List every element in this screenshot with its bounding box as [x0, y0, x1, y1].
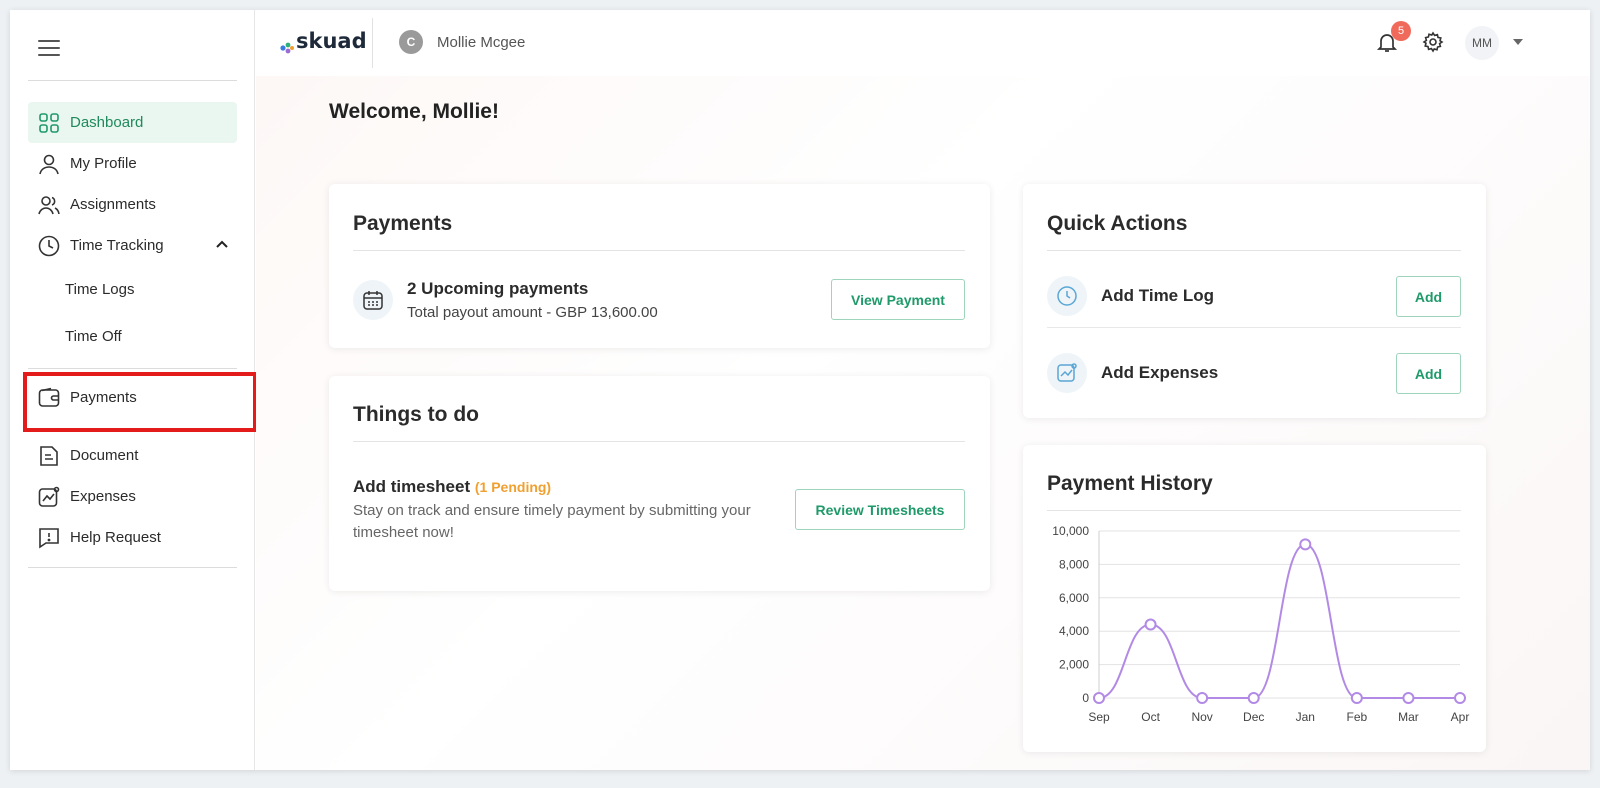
- data-point: [1247, 692, 1260, 704]
- card-divider: [353, 250, 965, 251]
- upcoming-payments-heading: 2 Upcoming payments: [407, 279, 589, 298]
- y-tick-label: 4,000: [1059, 624, 1089, 638]
- add-time-log-label: Add Time Log: [1101, 286, 1215, 305]
- sidebar-item-label: Time Tracking: [70, 237, 164, 254]
- row-divider: [1047, 327, 1461, 328]
- data-point: [1196, 692, 1209, 704]
- notification-badge: 5: [1391, 21, 1411, 41]
- add-expenses-button[interactable]: Add: [1396, 353, 1461, 394]
- sidebar-item-label: Help Request: [70, 529, 161, 546]
- logo-text: skuad: [296, 29, 367, 53]
- user-avatar[interactable]: MM: [1465, 26, 1499, 60]
- todo-description: Stay on track and ensure timely payment …: [353, 502, 751, 541]
- x-tick-label: Jan: [1296, 710, 1315, 724]
- skuad-logo[interactable]: skuad: [280, 29, 367, 54]
- y-tick-label: 6,000: [1059, 591, 1089, 605]
- expenses-chart-icon: [38, 486, 60, 508]
- user-icon: [38, 153, 60, 175]
- x-tick-label: Feb: [1347, 710, 1368, 724]
- logo-mark-icon: [280, 35, 294, 54]
- data-point: [1299, 538, 1312, 551]
- chevron-down-icon[interactable]: [1513, 39, 1523, 45]
- sidebar-item-help-request[interactable]: Help Request: [28, 517, 237, 558]
- sidebar-item-assignments[interactable]: Assignments: [28, 184, 237, 225]
- data-point: [1350, 692, 1363, 704]
- view-payment-button[interactable]: View Payment: [831, 279, 965, 320]
- menu-toggle-icon[interactable]: [38, 40, 60, 56]
- data-point: [1144, 618, 1157, 631]
- gear-icon[interactable]: [1422, 31, 1444, 53]
- sidebar-item-label: Dashboard: [70, 114, 144, 131]
- data-point: [1093, 692, 1105, 704]
- add-expenses-label: Add Expenses: [1101, 363, 1219, 382]
- x-tick-label: Sep: [1088, 710, 1110, 724]
- payout-amount: Total payout amount - GBP 13,600.00: [407, 304, 658, 321]
- sidebar-item-label: My Profile: [70, 155, 137, 172]
- page-title: Welcome, Mollie!: [329, 100, 499, 123]
- clock-icon: [1047, 276, 1087, 316]
- x-tick-label: Nov: [1191, 710, 1212, 724]
- topbar-separator: [372, 18, 373, 68]
- todo-heading: Add timesheet (1 Pending): [353, 477, 551, 497]
- sidebar-item-my-profile[interactable]: My Profile: [28, 143, 237, 184]
- data-point: [1454, 692, 1466, 704]
- data-point: [1402, 692, 1415, 704]
- company-name[interactable]: Mollie Mcgee: [437, 34, 525, 51]
- card-title: Quick Actions: [1047, 212, 1188, 235]
- sidebar-divider: [28, 80, 237, 81]
- todo-title: Add timesheet: [353, 477, 471, 496]
- sidebar-divider: [28, 567, 237, 568]
- expenses-chart-icon: [1047, 353, 1087, 393]
- document-icon: [38, 445, 60, 467]
- add-time-log-button[interactable]: Add: [1396, 276, 1461, 317]
- app-window: Dashboard My Profile Assignments Time Tr…: [10, 10, 1590, 770]
- review-timesheets-button[interactable]: Review Timesheets: [795, 489, 965, 530]
- card-title: Payments: [353, 212, 453, 235]
- sidebar-item-label: Document: [70, 447, 139, 464]
- clock-icon: [38, 235, 60, 257]
- y-tick-label: 8,000: [1059, 557, 1089, 571]
- y-tick-label: 0: [1082, 691, 1089, 705]
- x-tick-label: Oct: [1141, 710, 1160, 724]
- payments-card: Payments 2 Upcoming payments Total payou…: [329, 184, 990, 348]
- chat-alert-icon: [38, 527, 60, 549]
- payment-history-card: Payment History 0 2,000 4,000 6,000 8,000 10,…: [1023, 445, 1486, 752]
- x-tick-label: Apr: [1451, 710, 1470, 724]
- sidebar-divider: [28, 368, 237, 369]
- payment-history-chart: 0 2,000 4,000 6,000 8,000 10,000 Sep Oct Nov Dec J…: [1052, 524, 1470, 724]
- sidebar-subitem-time-logs[interactable]: Time Logs: [65, 281, 134, 298]
- card-divider: [353, 441, 965, 442]
- grid-icon: [38, 112, 60, 134]
- sidebar-item-label: Assignments: [70, 196, 156, 213]
- calendar-icon: [353, 280, 393, 320]
- y-tick-label: 2,000: [1059, 658, 1089, 672]
- things-to-do-card: Things to do Add timesheet (1 Pending) S…: [329, 376, 990, 591]
- company-avatar[interactable]: C: [399, 30, 423, 54]
- sidebar-item-expenses[interactable]: Expenses: [28, 476, 237, 517]
- x-tick-label: Dec: [1243, 710, 1264, 724]
- x-tick-label: Mar: [1398, 710, 1419, 724]
- card-divider: [1047, 250, 1461, 251]
- card-title: Things to do: [353, 403, 479, 426]
- users-icon: [38, 194, 60, 216]
- sidebar-item-dashboard[interactable]: Dashboard: [28, 102, 237, 143]
- sidebar-item-label: Expenses: [70, 488, 136, 505]
- y-tick-label: 10,000: [1052, 524, 1089, 538]
- sidebar-subitem-time-off[interactable]: Time Off: [65, 328, 122, 345]
- sidebar-item-time-tracking[interactable]: Time Tracking: [28, 225, 237, 266]
- payments-highlight-box: [23, 372, 257, 432]
- sidebar-item-document[interactable]: Document: [28, 435, 237, 476]
- quick-actions-card: Quick Actions Add Time Log Add Add Expen…: [1023, 184, 1486, 418]
- pending-count: (1 Pending): [474, 479, 552, 495]
- chevron-up-icon[interactable]: [215, 237, 229, 255]
